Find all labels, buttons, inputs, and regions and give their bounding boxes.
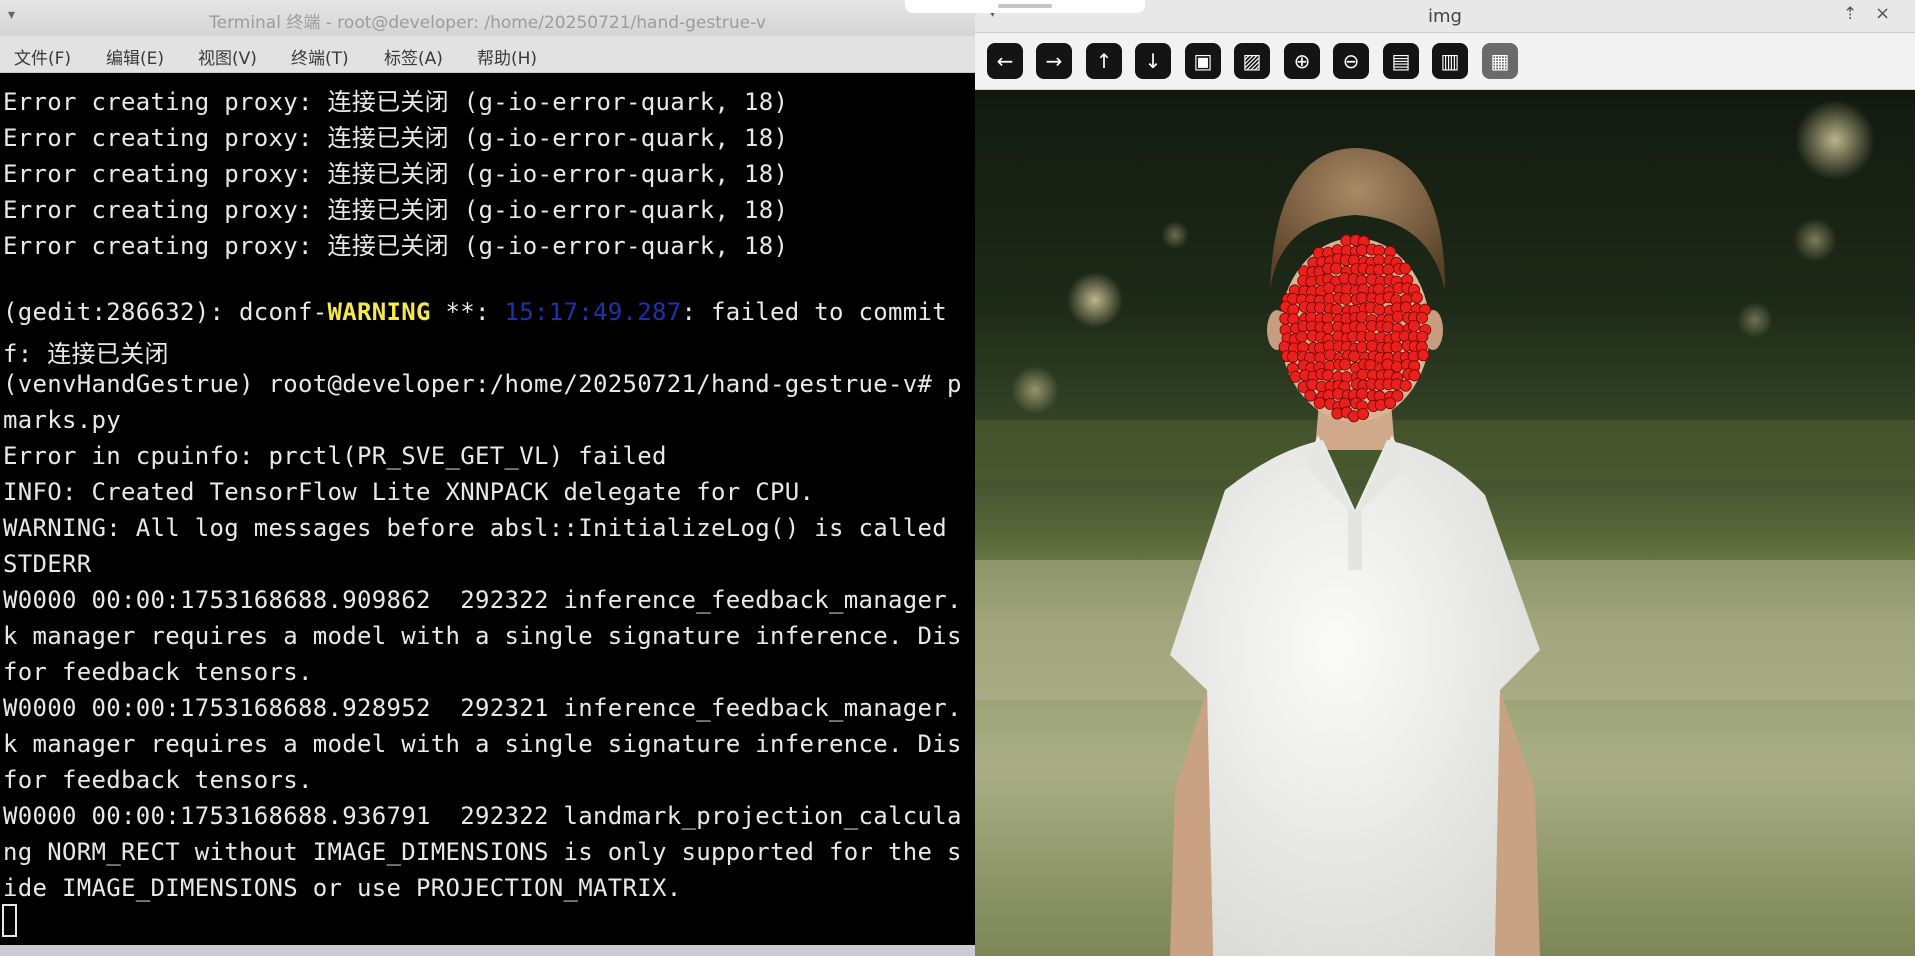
arrow-down-icon[interactable]: ↓ (1135, 43, 1171, 79)
arrow-right-icon[interactable]: → (1036, 43, 1072, 79)
terminal-titlebar[interactable]: ▾ Terminal 终端 - root@developer: /home/20… (0, 0, 975, 37)
bokeh-light (1795, 100, 1875, 180)
terminal-line: W0000 00:00:1753168688.936791 292322 lan… (3, 802, 962, 830)
dconf-timestamp: 15:17:49.287 (504, 298, 682, 326)
landmark-point (1321, 311, 1334, 324)
menu-file[interactable]: 文件(F) (14, 44, 71, 69)
terminal-menubar: 文件(F) 编辑(E) 视图(V) 终端(T) 标签(A) 帮助(H) (0, 36, 975, 73)
zoom-out-icon[interactable]: ⊖ (1333, 43, 1369, 79)
landmark-point (1355, 291, 1368, 304)
landmark-point (1399, 262, 1412, 275)
terminal-line: for feedback tensors. (3, 658, 313, 686)
arrow-up-icon[interactable]: ↑ (1086, 43, 1122, 79)
landmark-point (1304, 389, 1317, 402)
terminal-line: W0000 00:00:1753168688.928952 292321 inf… (3, 694, 962, 722)
paint-icon[interactable]: ▦ (1482, 43, 1518, 79)
landmark-point (1417, 349, 1430, 362)
photo (975, 90, 1915, 956)
bokeh-light (1737, 302, 1773, 338)
bokeh-light (1793, 218, 1837, 262)
terminal-line: Error creating proxy: 连接已关闭 (g-io-error-… (3, 232, 789, 260)
terminal-output[interactable]: Error creating proxy: 连接已关闭 (g-io-error-… (0, 73, 975, 945)
bokeh-light (1161, 221, 1189, 249)
terminal-line: Error creating proxy: 连接已关闭 (g-io-error-… (3, 196, 789, 224)
landmark-point (1410, 291, 1423, 304)
menu-view[interactable]: 视图(V) (198, 44, 257, 69)
landmark-point (1313, 301, 1326, 314)
landmark-point (1313, 396, 1326, 409)
landmark-point (1390, 340, 1403, 353)
menu-tabs[interactable]: 标签(A) (384, 44, 443, 69)
terminal-cursor (2, 904, 17, 937)
terminal-line: STDERR (3, 550, 92, 578)
landmark-point (1305, 275, 1318, 288)
terminal-line: f: 连接已关闭 (3, 340, 169, 368)
terminal-line: k manager requires a model with a single… (3, 730, 962, 758)
landmark-point (1348, 350, 1361, 363)
landmark-point (1338, 358, 1351, 371)
landmark-point (1355, 341, 1368, 354)
landmark-point (1381, 321, 1394, 334)
landmark-point (1330, 262, 1343, 275)
bokeh-light (1067, 272, 1123, 328)
landmark-point (1373, 303, 1386, 316)
zoom-in-icon[interactable]: ⊕ (1284, 43, 1320, 79)
terminal-dconf-line: (gedit:286632): dconf-WARNING **: 15:17:… (3, 298, 947, 326)
landmark-point (1384, 397, 1397, 410)
terminal-line: Error creating proxy: 连接已关闭 (g-io-error-… (3, 88, 789, 116)
dconf-message: : failed to commit (681, 298, 947, 326)
dconf-warning-label: WARNING (327, 298, 431, 326)
landmark-point (1408, 369, 1421, 382)
terminal-line: for feedback tensors. (3, 766, 313, 794)
landmark-point (1356, 244, 1369, 257)
landmark-point (1407, 319, 1420, 332)
landmark-point (1416, 330, 1429, 343)
landmark-point (1286, 350, 1299, 363)
image-settings-icon[interactable]: ▨ (1234, 43, 1270, 79)
terminal-prompt-line: (venvHandGestrue) root@developer:/home/2… (3, 370, 962, 398)
photo-placket (1348, 510, 1362, 570)
dconf-stars: **: (430, 298, 505, 326)
terminal-line: INFO: Created TensorFlow Lite XNNPACK de… (3, 478, 815, 506)
terminal-line: Error creating proxy: 连接已关闭 (g-io-error-… (3, 160, 789, 188)
menu-help[interactable]: 帮助(H) (477, 44, 537, 69)
image-canvas[interactable] (975, 90, 1915, 956)
terminal-window[interactable]: ▾ Terminal 终端 - root@developer: /home/20… (0, 0, 975, 945)
landmark-point (1330, 303, 1343, 316)
menu-terminal[interactable]: 终端(T) (291, 44, 349, 69)
terminal-line: k manager requires a model with a single… (3, 622, 962, 650)
image-viewer-window[interactable]: ▾ img ⇡ × ← → ↑ ↓ ▣ ▨ ⊕ ⊖ ▤ ▥ ▦ (975, 0, 1915, 956)
terminal-line: ide IMAGE_DIMENSIONS or use PROJECTION_M… (3, 874, 682, 902)
landmark-point (1399, 301, 1412, 314)
landmark-point (1399, 379, 1412, 392)
landmark-point (1391, 310, 1404, 323)
dconf-prefix: (gedit:286632): dconf- (3, 298, 328, 326)
arrow-left-icon[interactable]: ← (987, 43, 1023, 79)
save-icon[interactable]: ▤ (1383, 43, 1419, 79)
menu-edit[interactable]: 编辑(E) (106, 44, 164, 69)
image-icon[interactable]: ▣ (1185, 43, 1221, 79)
pull-down-handle[interactable] (905, 0, 1145, 13)
landmark-point (1356, 407, 1369, 420)
clipboard-icon[interactable]: ▥ (1432, 43, 1468, 79)
image-viewer-toolbar: ← → ↑ ↓ ▣ ▨ ⊕ ⊖ ▤ ▥ ▦ (975, 33, 1915, 90)
terminal-line: Error in cpuinfo: prctl(PR_SVE_GET_VL) f… (3, 442, 667, 470)
terminal-line: W0000 00:00:1753168688.909862 292322 inf… (3, 586, 962, 614)
terminal-line: WARNING: All log messages before absl::I… (3, 514, 947, 542)
landmark-point (1339, 292, 1352, 305)
terminal-line: Error creating proxy: 连接已关闭 (g-io-error-… (3, 124, 789, 152)
maximize-icon[interactable]: ⇡ (1843, 4, 1857, 24)
landmark-point (1365, 340, 1378, 353)
landmark-point (1382, 263, 1395, 276)
landmark-point (1322, 281, 1335, 294)
landmark-point (1321, 369, 1334, 382)
bokeh-light (1011, 366, 1059, 414)
terminal-line: marks.py (3, 406, 121, 434)
terminal-title: Terminal 终端 - root@developer: /home/2025… (209, 13, 766, 33)
landmark-point (1295, 330, 1308, 343)
terminal-line: ng NORM_RECT without IMAGE_DIMENSIONS is… (3, 838, 962, 866)
close-icon[interactable]: × (1875, 3, 1890, 24)
